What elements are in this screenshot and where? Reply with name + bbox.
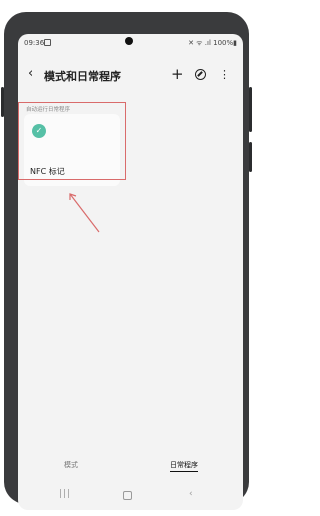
annotation-arrow <box>69 193 100 233</box>
